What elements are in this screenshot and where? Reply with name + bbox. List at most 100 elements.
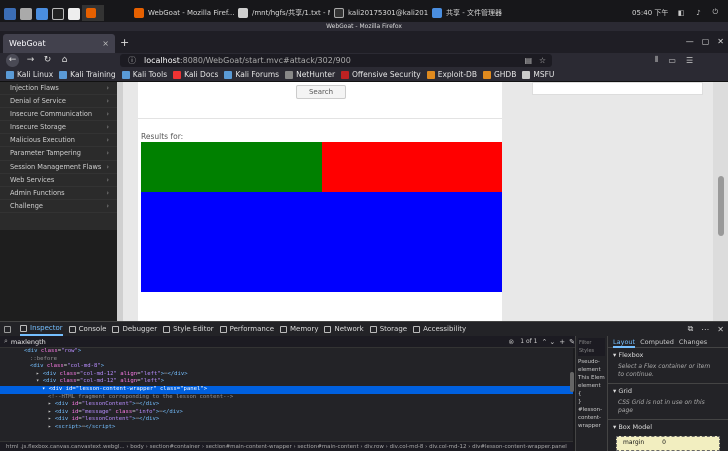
bookmark-kali-tools[interactable]: Kali Tools xyxy=(121,70,167,79)
markup-node[interactable]: ▸ <div class="col-md-12" align="left">⋯<… xyxy=(0,371,573,379)
close-tab-icon[interactable]: × xyxy=(102,34,109,53)
menu-item-insecure-communication[interactable]: Insecure Communication › xyxy=(0,108,117,122)
clear-search-icon[interactable]: ⊗ xyxy=(508,338,514,346)
home-icon[interactable]: ⌂ xyxy=(58,54,71,67)
bookmark-exploit-db[interactable]: Exploit-DB xyxy=(426,70,477,79)
reload-icon[interactable]: ↻ xyxy=(41,54,54,67)
search-button[interactable]: Search xyxy=(296,85,346,99)
markup-node[interactable]: ▸ <div id="lessonContent">⋯</div> xyxy=(0,401,573,409)
maximize-icon[interactable]: ▢ xyxy=(702,37,710,46)
info-icon[interactable]: ⓘ xyxy=(128,54,136,67)
markup-node[interactable]: ▸ <div id="message" class="info">⋯</div> xyxy=(0,409,573,417)
more-options-icon[interactable]: ⋯ xyxy=(701,325,709,334)
markup-scrollbar-thumb[interactable] xyxy=(570,372,574,392)
markup-node[interactable]: <div class="row"> xyxy=(0,348,573,356)
library-icon[interactable]: ⫴ xyxy=(655,55,658,65)
text-editor-icon[interactable] xyxy=(68,7,80,20)
rules-pseudo-heading[interactable]: Pseudo- xyxy=(578,358,605,366)
markup-node[interactable]: <div class="col-md-8"> xyxy=(0,363,573,371)
bookmark-nethunter[interactable]: NetHunter xyxy=(285,70,335,79)
add-node-icon[interactable]: + xyxy=(559,338,565,346)
green-block xyxy=(141,142,322,192)
screenshot-icon[interactable]: ◧ xyxy=(678,9,685,17)
markup-node-selected[interactable]: ▾ <div id="lesson-content-wrapper" class… xyxy=(0,385,573,394)
terminal-icon[interactable] xyxy=(52,7,64,20)
responsive-design-icon[interactable]: ⧉ xyxy=(688,324,694,334)
markup-view[interactable]: <div class="row">::before <div class="col… xyxy=(0,348,573,441)
menu-item-web-services[interactable]: Web Services › xyxy=(0,174,117,187)
forward-arrow-icon[interactable]: → xyxy=(24,54,37,67)
markup-node[interactable]: ::before xyxy=(0,356,573,364)
bookmark-kali-linux[interactable]: Kali Linux xyxy=(6,70,53,79)
files-launcher-icon[interactable] xyxy=(36,7,48,20)
url-bar[interactable]: ⓘ localhost:8080/WebGoat/start.mvc#attac… xyxy=(120,54,552,67)
tab-network[interactable]: Network xyxy=(324,325,364,333)
power-icon[interactable]: ⏻ xyxy=(713,8,719,17)
close-devtools-icon[interactable]: ✕ xyxy=(717,325,724,334)
bookmark-msfu[interactable]: MSFU xyxy=(522,70,554,79)
element-breadcrumbs[interactable]: html .js.flexbox.canvas.canvastext.webgl… xyxy=(0,441,573,451)
task-firefox[interactable]: WebGoat - Mozilla Firef... xyxy=(130,5,234,21)
tab-memory[interactable]: Memory xyxy=(280,325,318,333)
rules-selector: content- xyxy=(578,415,602,421)
clock[interactable]: 05:40 下午 xyxy=(628,5,668,21)
tab-storage[interactable]: Storage xyxy=(369,325,407,333)
menu-item-malicious-execution[interactable]: Malicious Execution › xyxy=(0,134,117,148)
app-menu-icon[interactable] xyxy=(4,7,16,20)
terminal-launcher-icon[interactable] xyxy=(20,7,32,20)
filter-styles-input[interactable]: Filter Styles xyxy=(578,338,605,356)
task-text-file[interactable]: /mnt/hgfs/共享/1.txt - M... xyxy=(234,5,330,21)
docs-icon xyxy=(173,70,182,79)
margin-value[interactable]: 0 xyxy=(662,439,666,446)
box-model-diagram[interactable]: margin 0 xyxy=(616,436,720,451)
tab-debugger[interactable]: Debugger xyxy=(112,325,157,333)
tab-performance[interactable]: Performance xyxy=(219,325,274,333)
markup-node[interactable]: <!--HTML fragment correponding to the le… xyxy=(0,394,573,402)
bookmark-star-icon[interactable]: ☆ xyxy=(539,54,546,67)
task-file-manager[interactable]: 共享 - 文件管理器 xyxy=(428,5,504,21)
tab-webgoat[interactable]: WebGoat × xyxy=(3,34,115,53)
menu-item-admin-functions[interactable]: Admin Functions › xyxy=(0,187,117,200)
minimize-icon[interactable]: — xyxy=(686,37,694,46)
tab-changes[interactable]: Changes xyxy=(679,338,707,346)
markup-node[interactable]: ▸ <div id="lessonContent">⋯</div> xyxy=(0,416,573,424)
grid-section-header[interactable]: ▾ Grid xyxy=(608,383,728,398)
bookmark-kali-docs[interactable]: Kali Docs xyxy=(173,70,218,79)
menu-item-denial-of-service[interactable]: Denial of Service › xyxy=(0,95,117,109)
bookmark-kali-forums[interactable]: Kali Forums xyxy=(224,70,279,79)
box-model-section-header[interactable]: ▾ Box Model xyxy=(608,419,728,434)
next-result-icon[interactable]: ⌄ xyxy=(549,338,555,346)
scrollbar-thumb[interactable] xyxy=(718,176,724,236)
bookmark-kali-training[interactable]: Kali Training xyxy=(59,70,116,79)
tab-console[interactable]: Console xyxy=(68,325,106,333)
markup-search-input[interactable] xyxy=(10,336,505,347)
sidebar-icon[interactable]: ▭ xyxy=(668,56,676,65)
back-arrow-icon[interactable]: ← xyxy=(6,54,19,67)
tab-layout[interactable]: Layout xyxy=(613,336,636,348)
system-tray[interactable]: ◧ ♪ ⏻ xyxy=(668,5,728,21)
menu-item-session-management[interactable]: Session Management Flaws › xyxy=(0,161,117,174)
reader-view-icon[interactable]: ▤ xyxy=(524,54,532,67)
tab-accessibility[interactable]: Accessibility xyxy=(413,325,466,333)
markup-node[interactable]: ▾ <div class="col-md-12" align="left"> xyxy=(0,378,573,386)
firefox-task-icon[interactable] xyxy=(82,4,104,21)
menu-item-parameter-tampering[interactable]: Parameter Tampering › xyxy=(0,147,117,161)
bookmark-offensive-security[interactable]: Offensive Security xyxy=(341,70,421,79)
menu-item-challenge[interactable]: Challenge › xyxy=(0,200,117,213)
menu-item-insecure-storage[interactable]: Insecure Storage › xyxy=(0,121,117,135)
tab-inspector[interactable]: Inspector xyxy=(20,322,63,336)
storage-icon xyxy=(369,325,377,333)
markup-node[interactable]: ▸ <script>⋯</script> xyxy=(0,424,573,432)
bookmark-ghdb[interactable]: GHDB xyxy=(482,70,516,79)
menu-item-injection-flaws[interactable]: Injection Flaws › xyxy=(0,82,117,96)
pick-element-icon[interactable] xyxy=(4,325,14,333)
flexbox-section-header[interactable]: ▾ Flexbox xyxy=(608,348,728,362)
tab-computed[interactable]: Computed xyxy=(640,338,674,346)
task-terminal[interactable]: kali20175301@kali2017... xyxy=(330,5,428,21)
app-menu-icon[interactable]: ☰ xyxy=(686,56,693,65)
previous-result-icon[interactable]: ⌃ xyxy=(542,338,548,346)
new-tab-button[interactable]: + xyxy=(120,36,129,49)
volume-icon[interactable]: ♪ xyxy=(696,9,700,17)
tab-style-editor[interactable]: Style Editor xyxy=(163,325,214,333)
close-window-icon[interactable]: ✕ xyxy=(717,37,724,46)
